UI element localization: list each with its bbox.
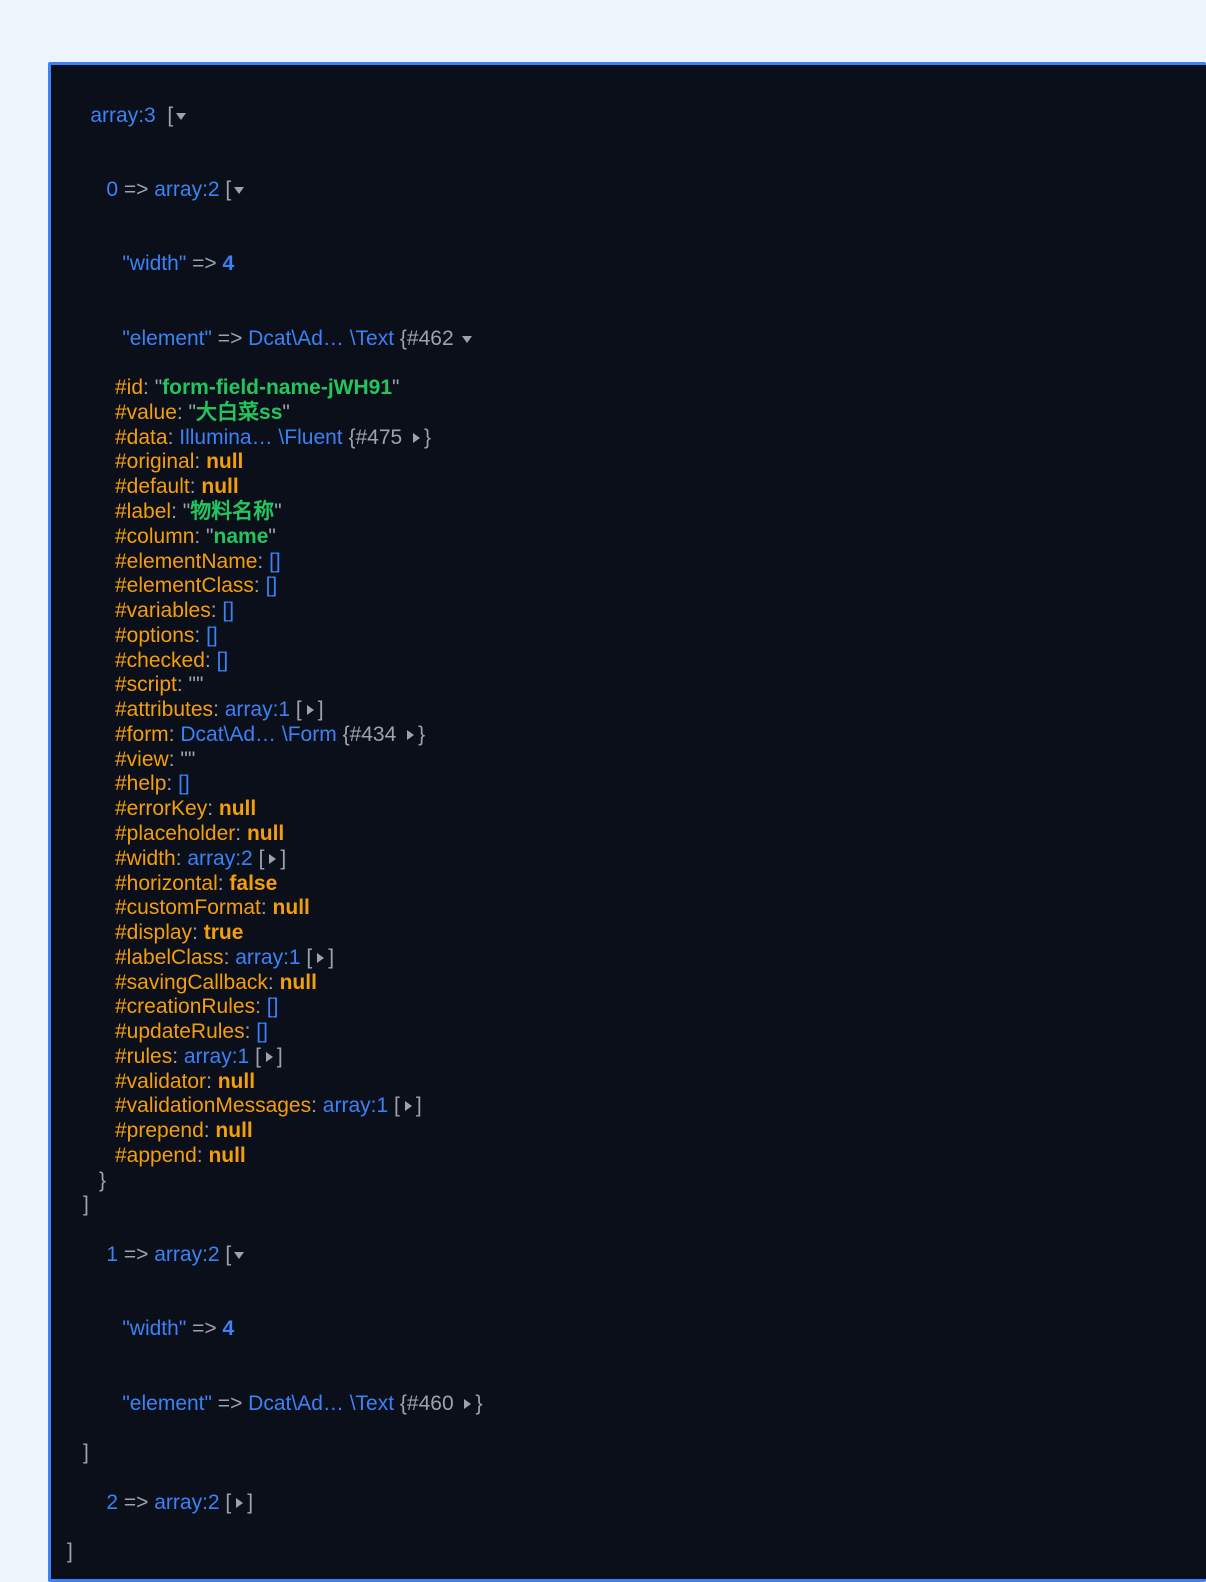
- prop-error-key: #errorKey: null: [67, 797, 1206, 822]
- prop-validator: #validator: null: [67, 1070, 1206, 1095]
- prop-label: #label: "物料名称": [67, 500, 1206, 525]
- prop-value: #value: "大白菜ss": [67, 401, 1206, 426]
- dump-item-1-width: "width" => 4: [67, 1293, 1206, 1367]
- caret-right-icon[interactable]: [408, 430, 424, 446]
- prop-variables: #variables: []: [67, 599, 1206, 624]
- caret-right-icon[interactable]: [231, 1495, 247, 1511]
- dump-item-1[interactable]: 1 => array:2 [: [67, 1218, 1206, 1292]
- caret-right-icon[interactable]: [400, 1098, 416, 1114]
- debug-dump-panel: array:3 [ 0 => array:2 [ "width" => 4 "e…: [48, 62, 1206, 1582]
- prop-view: #view: "": [67, 748, 1206, 773]
- caret-down-icon[interactable]: [173, 108, 189, 124]
- prop-rules[interactable]: #rules: array:1 []: [67, 1045, 1206, 1070]
- element-close: }: [67, 1169, 1206, 1194]
- caret-right-icon[interactable]: [264, 851, 280, 867]
- prop-attributes[interactable]: #attributes: array:1 []: [67, 698, 1206, 723]
- dump-item-0[interactable]: 0 => array:2 [: [67, 153, 1206, 227]
- caret-right-icon[interactable]: [402, 727, 418, 743]
- prop-checked: #checked: []: [67, 649, 1206, 674]
- caret-down-icon[interactable]: [459, 331, 475, 347]
- prop-data[interactable]: #data: Illumina… \Fluent {#475 }: [67, 426, 1206, 451]
- root-type: array:3: [90, 104, 155, 127]
- prop-validation-messages[interactable]: #validationMessages: array:1 []: [67, 1094, 1206, 1119]
- prop-options: #options: []: [67, 624, 1206, 649]
- prop-saving-callback: #savingCallback: null: [67, 971, 1206, 996]
- dump-root[interactable]: array:3 [: [67, 79, 1206, 153]
- prop-display: #display: true: [67, 921, 1206, 946]
- prop-update-rules: #updateRules: []: [67, 1020, 1206, 1045]
- prop-width2[interactable]: #width: array:2 []: [67, 847, 1206, 872]
- caret-right-icon[interactable]: [261, 1049, 277, 1065]
- dump-item-0-element[interactable]: "element" => Dcat\Ad… \Text {#462: [67, 302, 1206, 376]
- caret-down-icon[interactable]: [231, 182, 247, 198]
- dump-item-0-width: "width" => 4: [67, 228, 1206, 302]
- root-close: ]: [67, 1540, 1206, 1565]
- prop-horizontal: #horizontal: false: [67, 872, 1206, 897]
- prop-append: #append: null: [67, 1144, 1206, 1169]
- prop-label-class[interactable]: #labelClass: array:1 []: [67, 946, 1206, 971]
- prop-script: #script: "": [67, 673, 1206, 698]
- prop-prepend: #prepend: null: [67, 1119, 1206, 1144]
- prop-original: #original: null: [67, 450, 1206, 475]
- prop-creation-rules: #creationRules: []: [67, 995, 1206, 1020]
- item1-close: ]: [67, 1441, 1206, 1466]
- caret-down-icon[interactable]: [231, 1247, 247, 1263]
- prop-placeholder: #placeholder: null: [67, 822, 1206, 847]
- prop-element-name: #elementName: []: [67, 550, 1206, 575]
- prop-custom-format: #customFormat: null: [67, 896, 1206, 921]
- prop-column: #column: "name": [67, 525, 1206, 550]
- item0-close: ]: [67, 1193, 1206, 1218]
- prop-id: #id: "form-field-name-jWH91": [67, 376, 1206, 401]
- caret-right-icon[interactable]: [459, 1396, 475, 1412]
- dump-item-1-element[interactable]: "element" => Dcat\Ad… \Text {#460 }: [67, 1367, 1206, 1441]
- dump-item-2[interactable]: 2 => array:2 []: [67, 1466, 1206, 1540]
- caret-right-icon[interactable]: [312, 950, 328, 966]
- prop-form[interactable]: #form: Dcat\Ad… \Form {#434 }: [67, 723, 1206, 748]
- prop-help: #help: []: [67, 772, 1206, 797]
- prop-default: #default: null: [67, 475, 1206, 500]
- prop-element-class: #elementClass: []: [67, 574, 1206, 599]
- caret-right-icon[interactable]: [302, 702, 318, 718]
